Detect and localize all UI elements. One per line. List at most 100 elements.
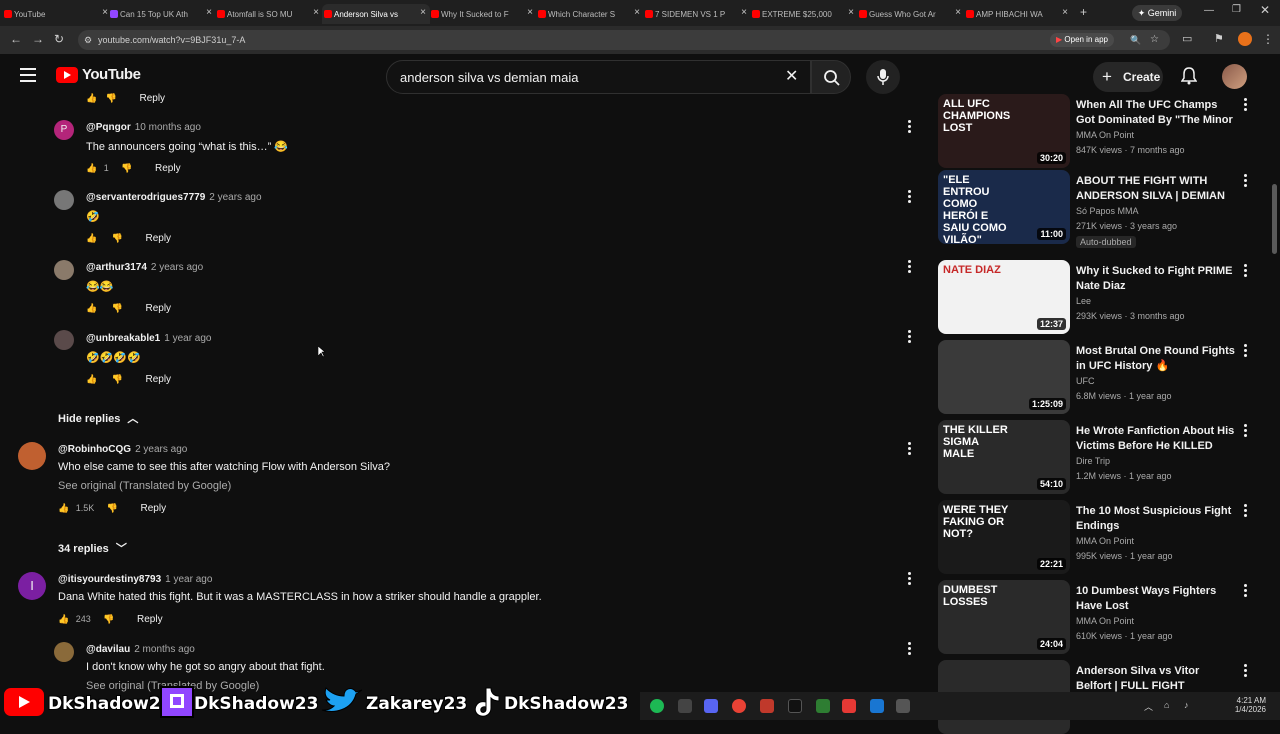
back-icon[interactable]: ← bbox=[10, 32, 22, 46]
browser-tab[interactable]: Which Character S × bbox=[536, 4, 644, 24]
avatar[interactable] bbox=[54, 330, 74, 350]
comment-menu-icon[interactable] bbox=[908, 642, 912, 658]
video-menu-icon[interactable] bbox=[1244, 584, 1248, 600]
comment-author[interactable]: @itisyourdestiny8793 bbox=[58, 574, 161, 585]
reply-button[interactable]: Reply bbox=[141, 503, 167, 514]
forward-icon[interactable]: → bbox=[32, 32, 44, 46]
channel-name[interactable]: MMA On Point bbox=[1076, 616, 1134, 626]
channel-name[interactable]: Lee bbox=[1076, 296, 1091, 306]
browser-tab[interactable]: 7 SIDEMEN VS 1 P × bbox=[643, 4, 751, 24]
avatar[interactable] bbox=[54, 190, 74, 210]
avatar[interactable]: I bbox=[18, 572, 46, 600]
maximize-icon[interactable]: ❐ bbox=[1232, 4, 1241, 15]
close-tab-icon[interactable]: × bbox=[741, 7, 747, 18]
browser-tab[interactable]: Atomfall is SO MU × bbox=[215, 4, 323, 24]
comment-menu-icon[interactable] bbox=[908, 442, 912, 458]
comment-menu-icon[interactable] bbox=[908, 190, 912, 206]
channel-name[interactable]: MMA On Point bbox=[1076, 130, 1134, 140]
comment-menu-icon[interactable] bbox=[908, 120, 912, 136]
clear-search-icon[interactable]: ✕ bbox=[785, 66, 798, 86]
like-icon[interactable]: 👍 bbox=[58, 614, 69, 624]
dislike-icon[interactable]: 👎 bbox=[112, 303, 123, 313]
video-thumbnail[interactable]: ALL UFC CHAMPIONS LOST 30:20 bbox=[938, 94, 1070, 168]
hamburger-menu-icon[interactable] bbox=[20, 68, 36, 82]
close-tab-icon[interactable]: × bbox=[1062, 7, 1068, 18]
video-title[interactable]: ABOUT THE FIGHT WITH ANDERSON SILVA | DE… bbox=[1076, 174, 1236, 204]
channel-name[interactable]: UFC bbox=[1076, 376, 1095, 386]
dislike-icon[interactable]: 👎 bbox=[107, 503, 118, 513]
reply-button[interactable]: Reply bbox=[139, 93, 165, 104]
open-in-app-button[interactable]: ▶ Open in app bbox=[1050, 33, 1114, 47]
url-field[interactable]: ⚙ youtube.com/watch?v=9BJF31u_7-A ▶ Open… bbox=[78, 30, 1170, 50]
video-menu-icon[interactable] bbox=[1244, 504, 1248, 520]
notifications-bell-icon[interactable] bbox=[1181, 67, 1197, 85]
bookmark-star-icon[interactable]: ☆ bbox=[1150, 30, 1159, 50]
see-original-link[interactable]: See original (Translated by Google) bbox=[58, 480, 231, 492]
comment-time[interactable]: 2 months ago bbox=[134, 644, 195, 655]
page-scrollbar[interactable] bbox=[1272, 184, 1277, 254]
like-icon[interactable]: 👍 bbox=[86, 303, 97, 313]
system-tray-chevron-icon[interactable]: ︿ bbox=[1144, 700, 1153, 713]
video-title[interactable]: The 10 Most Suspicious Fight Endings bbox=[1076, 504, 1236, 534]
close-tab-icon[interactable]: × bbox=[634, 7, 640, 18]
app-icon[interactable] bbox=[870, 699, 884, 713]
close-window-icon[interactable]: ✕ bbox=[1260, 3, 1270, 17]
browser-tab[interactable]: Guess Who Got Ar × bbox=[857, 4, 965, 24]
video-menu-icon[interactable] bbox=[1244, 174, 1248, 190]
extensions-icon[interactable]: ⚑ bbox=[1214, 32, 1224, 45]
comment-time[interactable]: 1 year ago bbox=[164, 333, 211, 344]
comment-menu-icon[interactable] bbox=[908, 330, 912, 346]
chrome-icon[interactable] bbox=[732, 699, 746, 713]
comment-time[interactable]: 2 years ago bbox=[209, 192, 261, 203]
hide-replies-button[interactable]: Hide replies ︿ bbox=[58, 410, 138, 426]
minimize-icon[interactable]: — bbox=[1204, 5, 1214, 16]
video-title[interactable]: Why it Sucked to Fight PRIME Nate Diaz bbox=[1076, 264, 1236, 294]
app-icon[interactable] bbox=[760, 699, 774, 713]
close-tab-icon[interactable]: × bbox=[420, 7, 426, 18]
app-icon[interactable] bbox=[842, 699, 856, 713]
dislike-icon[interactable]: 👎 bbox=[112, 233, 123, 243]
like-icon[interactable]: 👍 bbox=[86, 233, 97, 243]
comment-author[interactable]: @unbreakable1 bbox=[86, 333, 160, 344]
search-input[interactable]: anderson silva vs demian maia ✕ bbox=[386, 60, 811, 94]
reply-button[interactable]: Reply bbox=[137, 614, 163, 625]
reload-icon[interactable]: ↻ bbox=[54, 32, 64, 46]
comment-menu-icon[interactable] bbox=[908, 572, 912, 588]
show-replies-button[interactable]: 34 replies ﹀ bbox=[58, 540, 127, 556]
like-icon[interactable]: 👍 bbox=[86, 93, 97, 103]
account-avatar[interactable] bbox=[1222, 64, 1247, 89]
dislike-icon[interactable]: 👎 bbox=[106, 93, 117, 103]
video-title[interactable]: 10 Dumbest Ways Fighters Have Lost bbox=[1076, 584, 1236, 614]
video-thumbnail[interactable]: DUMBEST LOSSES 24:04 bbox=[938, 580, 1070, 654]
reply-button[interactable]: Reply bbox=[145, 303, 171, 314]
channel-name[interactable]: Só Papos MMA bbox=[1076, 206, 1139, 216]
comment-time[interactable]: 10 months ago bbox=[135, 122, 201, 133]
avatar[interactable] bbox=[54, 260, 74, 280]
comment-author[interactable]: @arthur3174 bbox=[86, 262, 147, 273]
channel-name[interactable]: Dire Trip bbox=[1076, 456, 1110, 466]
video-thumbnail[interactable]: WERE THEY FAKING OR NOT? 22:21 bbox=[938, 500, 1070, 574]
gemini-button[interactable]: ✦ Gemini bbox=[1132, 5, 1182, 21]
browser-tab[interactable]: YouTube × bbox=[2, 4, 112, 24]
video-menu-icon[interactable] bbox=[1244, 424, 1248, 440]
create-button[interactable]: + Create bbox=[1093, 62, 1163, 92]
video-menu-icon[interactable] bbox=[1244, 344, 1248, 360]
comment-author[interactable]: @Pqngor bbox=[86, 122, 131, 133]
browser-tab[interactable]: Can 15 Top UK Ath × bbox=[108, 4, 216, 24]
browser-tab-active[interactable]: Anderson Silva vs × bbox=[322, 4, 430, 24]
site-info-icon[interactable]: ⚙ bbox=[84, 30, 92, 50]
video-thumbnail[interactable]: THE KILLER SIGMA MALE 54:10 bbox=[938, 420, 1070, 494]
avatar[interactable]: P bbox=[54, 120, 74, 140]
comment-menu-icon[interactable] bbox=[908, 260, 912, 276]
dislike-icon[interactable]: 👎 bbox=[112, 374, 123, 384]
video-menu-icon[interactable] bbox=[1244, 664, 1248, 680]
comment-author[interactable]: @davilau bbox=[86, 644, 130, 655]
close-tab-icon[interactable]: × bbox=[313, 7, 319, 18]
video-title[interactable]: He Wrote Fanfiction About His Victims Be… bbox=[1076, 424, 1236, 454]
like-icon[interactable]: 👍 bbox=[86, 374, 97, 384]
video-thumbnail[interactable]: "ELE ENTROU COMO HERÓI E SAIU COMO VILÃO… bbox=[938, 170, 1070, 244]
avatar[interactable] bbox=[54, 642, 74, 662]
spotify-icon[interactable] bbox=[650, 699, 664, 713]
system-clock[interactable]: 4:21 AM 1/4/2026 bbox=[1220, 696, 1266, 714]
cast-icon[interactable]: ▭ bbox=[1182, 32, 1192, 45]
